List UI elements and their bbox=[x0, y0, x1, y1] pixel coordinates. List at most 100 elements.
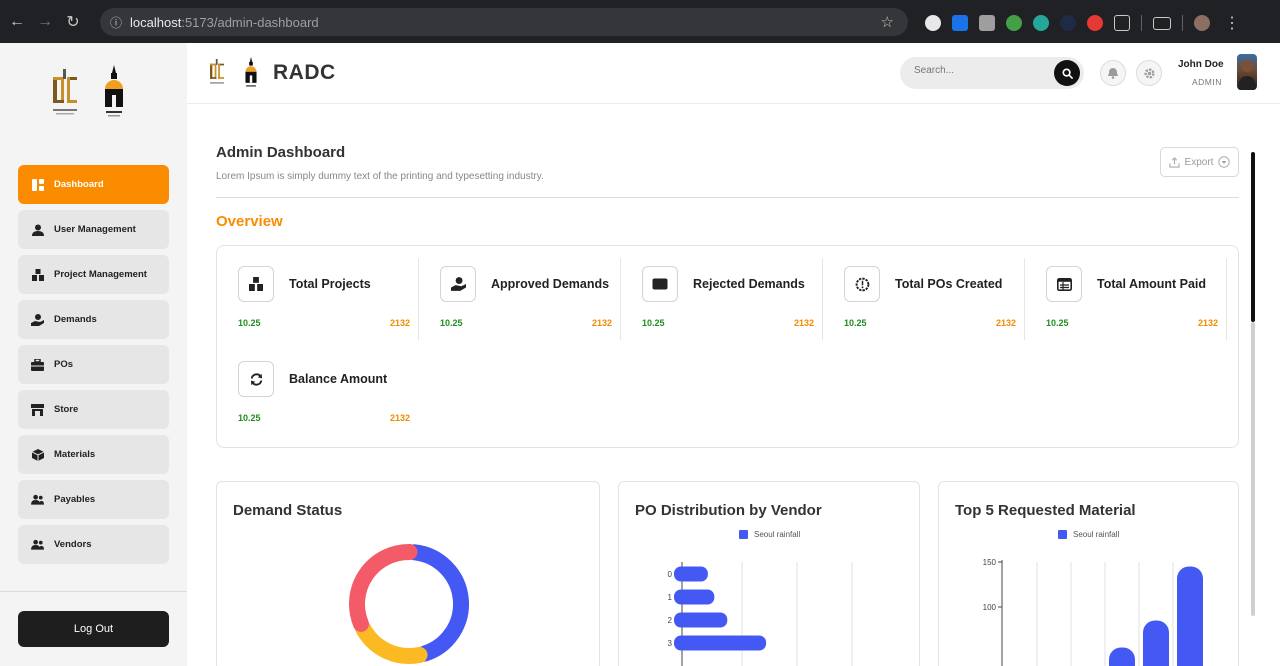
bar[interactable] bbox=[674, 589, 715, 605]
scrollbar-track[interactable] bbox=[1251, 322, 1255, 616]
briefcase-icon bbox=[31, 358, 44, 371]
cube-icon bbox=[31, 448, 44, 461]
sidebar-item-label: POs bbox=[54, 359, 74, 370]
extension-icon[interactable] bbox=[925, 15, 941, 31]
site-info-icon[interactable]: ⓘ bbox=[110, 14, 122, 31]
reload-icon[interactable]: ↻ bbox=[62, 11, 84, 33]
extension-icon[interactable] bbox=[1006, 15, 1022, 31]
store-icon bbox=[31, 403, 44, 416]
logout-button[interactable]: Log Out bbox=[18, 611, 169, 647]
extension-icon[interactable] bbox=[1060, 15, 1076, 31]
brand-title: RADC bbox=[273, 61, 336, 84]
users-icon bbox=[31, 493, 44, 506]
bar[interactable] bbox=[1143, 620, 1169, 666]
sidebar-item-label: Demands bbox=[54, 314, 97, 325]
address-bar[interactable]: ⓘ localhost:5173/admin-dashboard ☆ bbox=[100, 8, 908, 36]
chart-card-top-materials: Top 5 Requested Material Seoul rainfall … bbox=[938, 481, 1239, 666]
bar[interactable] bbox=[674, 635, 767, 651]
puzzle-icon[interactable] bbox=[1114, 15, 1130, 31]
sidebar-item-project-management[interactable]: Project Management bbox=[18, 255, 169, 294]
sidebar-menu: Dashboard User Management Project Manage… bbox=[18, 165, 169, 570]
chevron-down-icon bbox=[1218, 156, 1231, 168]
sidebar-divider bbox=[0, 591, 187, 592]
company-logos bbox=[50, 65, 126, 117]
settings-button[interactable] bbox=[1136, 60, 1162, 86]
user-name: John Doe bbox=[1178, 59, 1224, 70]
stat-label: Approved Demands bbox=[491, 277, 610, 291]
refresh-icon bbox=[238, 361, 274, 397]
bell-icon bbox=[1108, 68, 1118, 79]
bar[interactable] bbox=[674, 612, 728, 628]
sidebar-item-store[interactable]: Store bbox=[18, 390, 169, 429]
extension-icon[interactable] bbox=[952, 15, 968, 31]
search-button[interactable] bbox=[1054, 60, 1080, 86]
chart-card-demand-status: Demand Status bbox=[216, 481, 600, 666]
sidebar-item-user-management[interactable]: User Management bbox=[18, 210, 169, 249]
sidebar-item-label: Payables bbox=[54, 494, 96, 505]
y-tick-label: 100 bbox=[983, 603, 997, 612]
y-tick-label: 3 bbox=[668, 639, 673, 648]
dynamic-logo bbox=[53, 69, 77, 115]
extension-icon[interactable] bbox=[1033, 15, 1049, 31]
sidebar-item-demands[interactable]: Demands bbox=[18, 300, 169, 339]
boxes-icon bbox=[238, 266, 274, 302]
donut-slice[interactable] bbox=[406, 544, 469, 662]
search-icon bbox=[1061, 67, 1073, 79]
sidebar: Dashboard User Management Project Manage… bbox=[0, 43, 187, 666]
url-host: localhost bbox=[130, 14, 182, 30]
stat-value-orange: 2132 bbox=[389, 318, 410, 328]
title-divider bbox=[216, 197, 1239, 198]
hand-icon bbox=[31, 313, 44, 326]
extension-icon[interactable] bbox=[1087, 15, 1103, 31]
sidebar-item-label: Materials bbox=[54, 449, 96, 460]
chart-card-po-distribution: PO Distribution by Vendor Seoul rainfall… bbox=[618, 481, 920, 666]
export-label: Export bbox=[1184, 156, 1214, 168]
reading-list-icon[interactable] bbox=[1153, 16, 1171, 30]
rustam-logo bbox=[105, 65, 123, 117]
stat-label: Balance Amount bbox=[289, 372, 388, 386]
url-path: :5173/admin-dashboard bbox=[181, 14, 319, 30]
bookmark-star-icon[interactable]: ☆ bbox=[881, 13, 894, 31]
sidebar-item-label: Project Management bbox=[54, 269, 147, 280]
stat-value-green: 10.25 bbox=[238, 318, 261, 328]
sidebar-item-dashboard[interactable]: Dashboard bbox=[18, 165, 169, 204]
stat-card-total-pos-created[interactable]: Total POs Created 10.25 2132 bbox=[823, 246, 1025, 340]
profile-avatar-icon[interactable] bbox=[1194, 15, 1210, 31]
upload-icon bbox=[1168, 156, 1180, 168]
stat-card-total-projects[interactable]: Total Projects 10.25 2132 bbox=[217, 246, 419, 340]
bar[interactable] bbox=[674, 566, 708, 582]
search-input[interactable] bbox=[914, 65, 1044, 76]
stat-label: Total Amount Paid bbox=[1097, 277, 1207, 291]
stat-value-orange: 2132 bbox=[591, 318, 612, 328]
stat-card-rejected-demands[interactable]: Rejected Demands 10.25 2132 bbox=[621, 246, 823, 340]
notifications-button[interactable] bbox=[1100, 60, 1126, 86]
bar[interactable] bbox=[1109, 647, 1135, 666]
stat-card-approved-demands[interactable]: Approved Demands 10.25 2132 bbox=[419, 246, 621, 340]
donut-slice[interactable] bbox=[355, 620, 428, 664]
bar[interactable] bbox=[1177, 566, 1203, 666]
dynamic-logo bbox=[210, 59, 224, 84]
sidebar-item-pos[interactable]: POs bbox=[18, 345, 169, 384]
donut-chart bbox=[349, 544, 469, 664]
stat-card-balance-amount[interactable]: Balance Amount 10.25 2132 bbox=[217, 341, 419, 435]
extension-icon[interactable] bbox=[979, 15, 995, 31]
back-icon[interactable]: ← bbox=[6, 11, 28, 33]
stat-value-orange: 2132 bbox=[1197, 318, 1218, 328]
user-role: ADMIN bbox=[1192, 77, 1222, 87]
sidebar-item-label: Store bbox=[54, 404, 79, 415]
sidebar-item-vendors[interactable]: Vendors bbox=[18, 525, 169, 564]
stat-label: Total Projects bbox=[289, 277, 371, 291]
stat-card-total-amount-paid[interactable]: Total Amount Paid 10.25 2132 bbox=[1025, 246, 1227, 340]
avatar[interactable] bbox=[1237, 54, 1257, 90]
donut-slice[interactable] bbox=[349, 544, 418, 632]
scrollbar-thumb[interactable] bbox=[1251, 152, 1255, 322]
boxes-icon bbox=[31, 268, 44, 281]
export-button[interactable]: Export bbox=[1160, 147, 1239, 177]
sidebar-item-materials[interactable]: Materials bbox=[18, 435, 169, 474]
forward-icon[interactable]: → bbox=[34, 11, 56, 33]
more-menu-icon[interactable]: ⋮ bbox=[1221, 12, 1243, 34]
stat-value-green: 10.25 bbox=[642, 318, 665, 328]
page-title: Admin Dashboard bbox=[216, 144, 346, 161]
overview-heading: Overview bbox=[216, 213, 283, 230]
sidebar-item-payables[interactable]: Payables bbox=[18, 480, 169, 519]
